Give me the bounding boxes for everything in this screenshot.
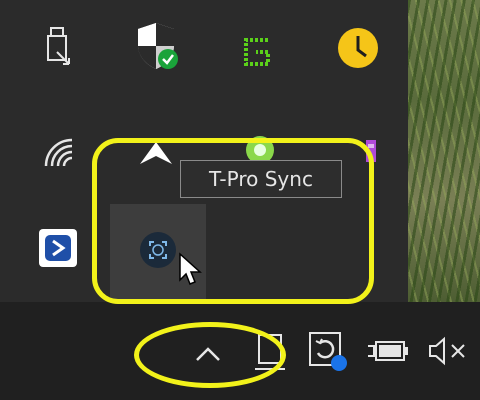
blue-square-app-icon: [37, 227, 79, 273]
sync-notification-icon: [306, 329, 350, 377]
green-g-icon: [236, 32, 276, 76]
defender-shield-icon: [136, 21, 180, 75]
battery-icon: [366, 338, 410, 368]
tray-item-clock[interactable]: [310, 2, 406, 98]
sync-notification-tray-item[interactable]: [304, 328, 352, 378]
wifi-icon: [40, 134, 80, 174]
usb-eject-icon: [43, 26, 77, 74]
tray-item-usb[interactable]: [12, 2, 108, 98]
tray-item-defender[interactable]: [110, 0, 206, 96]
tooltip: T-Pro Sync: [180, 160, 342, 198]
tray-item-green-g[interactable]: [208, 6, 304, 102]
clock-app-icon: [336, 26, 380, 74]
volume-tray-item[interactable]: [424, 336, 470, 370]
battery-tray-item[interactable]: [364, 338, 412, 368]
mouse-cursor-icon: [178, 252, 204, 292]
annotation-highlight-ellipse: [134, 322, 286, 388]
volume-muted-icon: [426, 336, 468, 370]
